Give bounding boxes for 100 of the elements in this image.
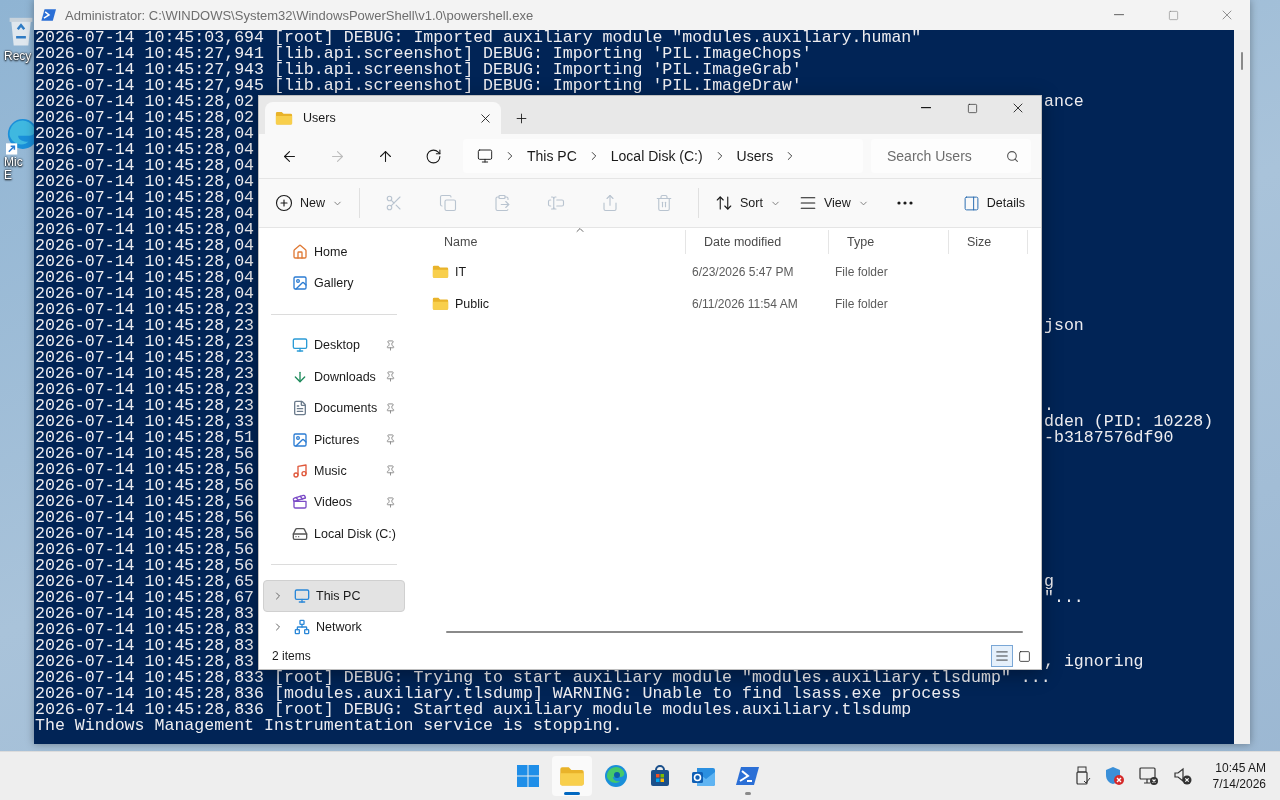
console-line: 2026-07-14 10:45:27,941 [lib.api.screenshot] DEBUG: Importing 'PIL.ImageChops': [35, 46, 812, 62]
console-line: 2026-07-14 10:45:28,04: [35, 254, 255, 270]
console-line: 2026-07-14 10:45:28,23: [35, 334, 255, 350]
scrollbar[interactable]: [446, 631, 1023, 633]
console-line: .: [1044, 398, 1054, 414]
console-line: 2026-07-14 10:45:28,04: [35, 286, 255, 302]
breadcrumb-item[interactable]: Local Disk (C:): [610, 148, 703, 164]
date-cell-text: 6/11/2026 11:54 AM: [691, 297, 799, 311]
sidebar-item[interactable]: Videos: [263, 486, 405, 518]
shield-warning-icon[interactable]: [1104, 766, 1125, 786]
folder-icon: [432, 297, 449, 311]
console-line: 2026-07-14 10:45:28,83: [35, 622, 255, 638]
column-header[interactable]: Name: [426, 230, 686, 254]
windows-logo-icon: [516, 764, 540, 788]
sidebar-item[interactable]: Pictures: [263, 423, 405, 456]
console-line: 2026-07-14 10:45:28,67: [35, 590, 255, 606]
console-line: 2026-07-14 10:45:28,836 [root] DEBUG: Started auxiliary module modules.auxiliary.tlsdump: [35, 702, 912, 718]
console-line: 2026-07-14 10:45:28,23: [35, 366, 255, 382]
window-tab[interactable]: Users: [265, 102, 501, 134]
console-line: 2026-07-14 10:45:28,56: [35, 510, 255, 526]
console-line: -b3187576df90: [1044, 430, 1174, 446]
explorer-taskbar-button[interactable]: [552, 756, 592, 796]
sidebar-item[interactable]: Desktop: [263, 329, 405, 362]
column-header[interactable]: Date modified: [686, 230, 829, 254]
scrollbar[interactable]: [1234, 30, 1250, 744]
console-line: 2026-07-14 10:45:28,02: [35, 94, 255, 110]
maximize-icon: [966, 102, 978, 114]
console-line: 2026-07-14 10:45:28,83: [35, 638, 255, 654]
store-icon: [648, 764, 672, 788]
breadcrumb-item[interactable]: Users: [736, 148, 774, 164]
sidebar-item[interactable]: Home: [263, 236, 405, 268]
console-line: , ignoring: [1044, 654, 1144, 670]
view-button[interactable]: View: [790, 186, 877, 220]
terminal-icon: [736, 765, 760, 787]
console-line: 2026-07-14 10:45:28,04: [35, 206, 255, 222]
usb-drive-icon[interactable]: [1074, 766, 1091, 786]
sidebar-item[interactable]: Downloads: [263, 361, 405, 393]
details-pane-icon: [962, 194, 980, 212]
maximize-icon: [1167, 9, 1179, 21]
minimize-icon: [921, 107, 931, 109]
search-field[interactable]: Search Users: [871, 139, 1031, 173]
computer-icon: [294, 588, 310, 605]
network-icon: [294, 619, 310, 636]
network-disconnected-icon[interactable]: [1138, 766, 1159, 786]
console-line: 2026-07-14 10:45:28,23: [35, 302, 255, 318]
type-cell-text: File folder: [834, 297, 889, 311]
console-line: 2026-07-14 10:45:28,56: [35, 526, 255, 542]
sidebar-item[interactable]: Music: [263, 455, 405, 487]
music-icon: [292, 462, 308, 479]
plus-icon: [513, 110, 529, 126]
console-line: 2026-07-14 10:45:27,945 [lib.api.screenshot] DEBUG: Importing 'PIL.ImageDraw': [35, 78, 802, 94]
folder-icon: [432, 265, 449, 279]
column-header[interactable]: Type: [829, 230, 949, 254]
details-view-button[interactable]: [991, 645, 1013, 667]
icon-label: Recy: [4, 50, 32, 63]
address-bar[interactable]: This PC Local Disk (C:) Users: [463, 139, 863, 173]
console-line: 2026-07-14 10:45:28,23: [35, 350, 255, 366]
console-line: 2026-07-14 10:45:28,56: [35, 462, 255, 478]
drive-icon: [292, 525, 308, 542]
console-line: 2026-07-14 10:45:28,83: [35, 654, 255, 670]
document-icon: [292, 400, 308, 417]
console-line: 2026-07-14 10:45:28,56: [35, 478, 255, 494]
sidebar-item[interactable]: This PC: [263, 580, 405, 612]
new-button[interactable]: New: [267, 186, 351, 220]
console-line: 2026-07-14 10:45:28,04: [35, 270, 255, 286]
minimize-icon: [1114, 14, 1124, 16]
computer-icon: [477, 148, 493, 164]
sidebar-item[interactable]: Documents: [263, 392, 405, 424]
file-row[interactable]: Public 6/11/2026 11:54 AM File folder: [426, 290, 1033, 318]
icon-label: Mic: [4, 156, 23, 169]
volume-muted-icon[interactable]: [1172, 766, 1193, 786]
terminal-icon: [41, 8, 57, 22]
console-line: 2026-07-14 10:45:28,23: [35, 382, 255, 398]
list-icon: [995, 649, 1009, 663]
column-header[interactable]: Size: [949, 230, 1028, 254]
sidebar-item[interactable]: Network: [263, 611, 405, 644]
console-line: 2026-07-14 10:45:28,833 [root] DEBUG: Trying to start auxiliary module "modules.auxiliary.tlsdump" ...: [35, 670, 1051, 686]
sort-button[interactable]: Sort: [707, 186, 789, 220]
console-line: 2026-07-14 10:45:28,56: [35, 558, 255, 574]
details-button[interactable]: Details: [954, 186, 1033, 220]
console-line: 2026-07-14 10:45:28,65: [35, 574, 255, 590]
console-line: g: [1044, 574, 1054, 590]
breadcrumb-item[interactable]: This PC: [527, 148, 577, 164]
edge-icon: [604, 764, 628, 788]
clock[interactable]: 10:45 AM 7/14/2026: [1212, 760, 1266, 792]
console-line: 2026-07-14 10:45:27,943 [lib.api.screenshot] DEBUG: Importing 'PIL.ImageGrab': [35, 62, 802, 78]
console-line: 2026-07-14 10:45:28,56: [35, 446, 255, 462]
sidebar-item[interactable]: Local Disk (C:): [263, 518, 405, 550]
sidebar-item[interactable]: Gallery: [263, 267, 405, 299]
tile-icon: [1017, 649, 1031, 663]
folder-icon: [559, 765, 585, 787]
video-icon: [292, 494, 308, 511]
console-line: 2026-07-14 10:45:28,33: [35, 414, 255, 430]
item-count: 2 items: [272, 649, 311, 663]
console-line: 2026-07-14 10:45:03,694 [root] DEBUG: Imported auxiliary module "modules.auxiliary.human": [35, 30, 922, 46]
file-row[interactable]: IT 6/23/2026 5:47 PM File folder: [426, 258, 1033, 286]
console-line: 2026-07-14 10:45:28,04: [35, 238, 255, 254]
console-line: 2026-07-14 10:45:28,02: [35, 110, 255, 126]
console-line: 2026-07-14 10:45:28,83: [35, 606, 255, 622]
console-line: ance: [1044, 94, 1084, 110]
